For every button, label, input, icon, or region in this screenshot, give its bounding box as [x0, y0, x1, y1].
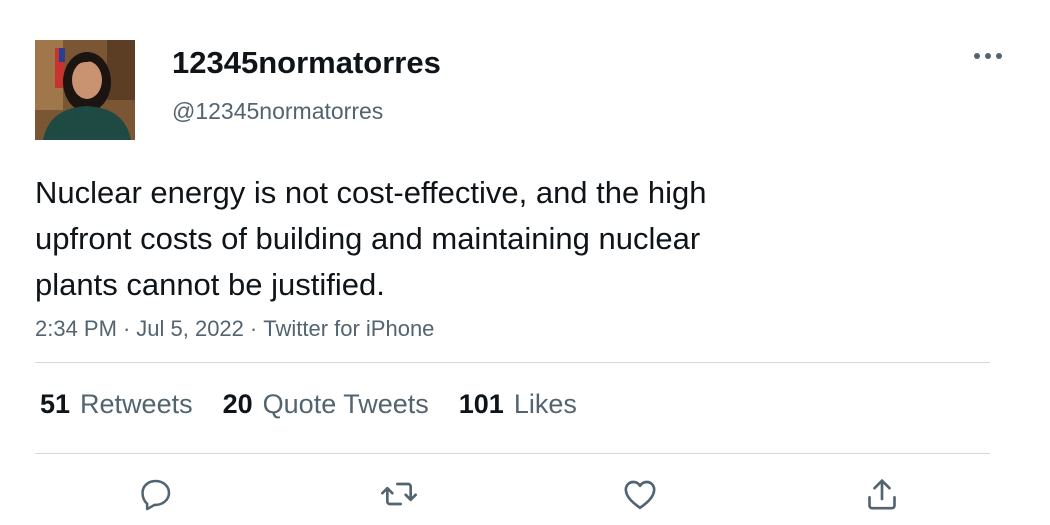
divider [35, 362, 990, 363]
tweet-time[interactable]: 2:34 PM [35, 316, 117, 341]
retweet-icon [381, 482, 417, 506]
quote-tweets-stat[interactable]: 20 Quote Tweets [223, 386, 429, 422]
share-icon [868, 479, 896, 510]
tweet-source[interactable]: Twitter for iPhone [263, 316, 434, 341]
author-handle[interactable]: @12345normatorres [172, 96, 383, 126]
divider [35, 453, 990, 454]
retweets-stat[interactable]: 51 Retweets [40, 386, 193, 422]
engagement-stats: 51 Retweets 20 Quote Tweets 101 Likes [40, 386, 607, 422]
tweet-detail: 12345normatorres @12345normatorres Nucle… [0, 0, 1050, 525]
meta-separator: · [249, 316, 258, 341]
like-button[interactable] [618, 472, 662, 516]
avatar[interactable] [35, 40, 135, 140]
retweets-count: 51 [40, 389, 71, 419]
heart-icon [624, 480, 656, 510]
tweet-text-line: plants cannot be justified. [35, 267, 385, 302]
reply-icon [141, 479, 171, 511]
meta-separator: · [122, 316, 131, 341]
tweet-date[interactable]: Jul 5, 2022 [136, 316, 244, 341]
retweet-button[interactable] [377, 472, 421, 516]
author-display-name[interactable]: 12345normatorres [172, 44, 441, 82]
likes-stat[interactable]: 101 Likes [459, 386, 577, 422]
tweet-text-line: Nuclear energy is not cost-effective, an… [35, 175, 707, 210]
more-horizontal-icon [974, 53, 1002, 59]
more-options-button[interactable] [966, 40, 1010, 72]
quote-tweets-label: Quote Tweets [262, 389, 429, 419]
reply-button[interactable] [134, 472, 178, 516]
share-button[interactable] [860, 472, 904, 516]
tweet-text-line: upfront costs of building and maintainin… [35, 221, 701, 256]
tweet-metadata: 2:34 PM · Jul 5, 2022 · Twitter for iPhone [35, 314, 434, 344]
likes-label: Likes [513, 389, 577, 419]
quote-tweets-count: 20 [222, 389, 253, 419]
tweet-text: Nuclear energy is not cost-effective, an… [35, 170, 845, 308]
retweets-label: Retweets [80, 389, 193, 419]
profile-photo [35, 40, 135, 140]
likes-count: 101 [458, 389, 504, 419]
